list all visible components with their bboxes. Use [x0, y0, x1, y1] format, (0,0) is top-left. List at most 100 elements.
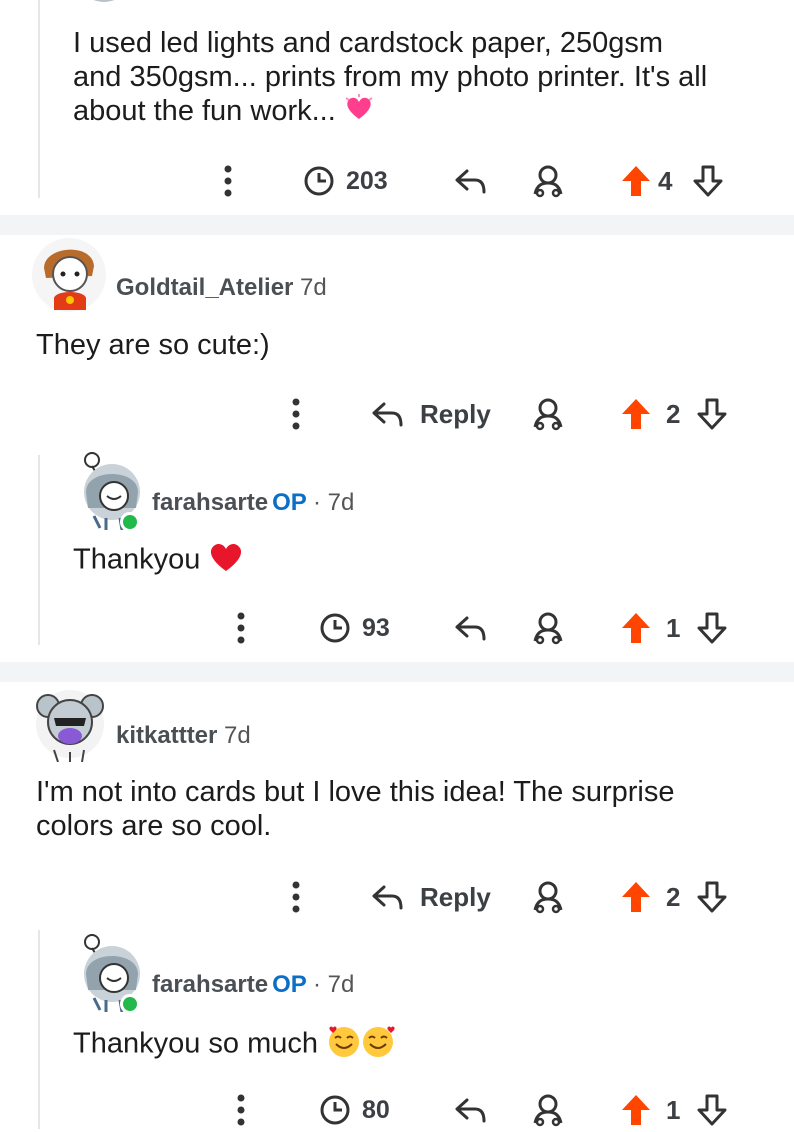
upvote-button[interactable] — [620, 392, 652, 436]
avatar[interactable] — [76, 452, 142, 532]
comment-actions: Reply 2 — [0, 875, 794, 919]
comment-text: They are so cute:) — [36, 329, 270, 361]
op-badge: OP — [272, 971, 307, 998]
avatar[interactable] — [76, 934, 142, 1014]
smiling-face-with-hearts-emoji — [326, 1024, 398, 1066]
avatar[interactable] — [34, 684, 106, 763]
award-button[interactable]: 80 — [318, 1088, 390, 1132]
comment-text: Thankyou so much — [73, 1024, 773, 1066]
meta-separator: · — [312, 489, 321, 516]
red-heart-emoji — [208, 541, 244, 581]
share-people-icon — [533, 165, 563, 198]
comment-actions: 203 4 — [0, 159, 794, 203]
upvote-arrow-icon — [622, 399, 650, 429]
comment-age: 7d — [300, 274, 327, 301]
downvote-arrow-icon — [697, 398, 727, 430]
share-button[interactable] — [530, 875, 566, 919]
vote-count: 1 — [666, 612, 681, 643]
share-button[interactable] — [530, 392, 566, 436]
downvote-button[interactable] — [692, 159, 724, 203]
more-button[interactable] — [233, 606, 249, 650]
reply-label: Reply — [420, 398, 491, 429]
comment-line: colors are so cool. — [36, 810, 272, 842]
online-indicator — [120, 512, 140, 532]
downvote-button[interactable] — [696, 392, 728, 436]
downvote-button[interactable] — [696, 875, 728, 919]
reply-button[interactable] — [453, 1088, 487, 1132]
comment-age: 7d — [327, 489, 355, 516]
vote-count: 1 — [666, 1094, 681, 1125]
comment-line: I used led lights and cardstock paper, 2… — [73, 27, 664, 59]
username[interactable]: Goldtail_Atelier — [116, 274, 293, 301]
comment-author[interactable]: farahsarte OP · 7d — [152, 489, 354, 517]
award-count: 80 — [362, 1095, 390, 1124]
comment-age: 7d — [224, 722, 251, 749]
reply-arrow-icon — [372, 885, 403, 910]
avatar[interactable] — [30, 236, 108, 314]
upvote-arrow-icon — [622, 613, 650, 643]
comment-separator — [0, 662, 794, 682]
more-button[interactable] — [288, 875, 304, 919]
more-vertical-icon — [224, 165, 232, 197]
more-button[interactable] — [233, 1088, 249, 1132]
downvote-button[interactable] — [696, 606, 728, 650]
upvote-button[interactable] — [620, 1088, 652, 1132]
reply-label: Reply — [420, 881, 491, 912]
comment-age: 7d — [327, 971, 355, 998]
more-button[interactable] — [288, 392, 304, 436]
reply-arrow-icon — [455, 169, 486, 194]
reply-button[interactable]: Reply — [370, 392, 491, 436]
award-count: 203 — [346, 166, 388, 195]
comment-separator — [0, 215, 794, 235]
comment-author[interactable]: kitkattter 7d — [116, 722, 251, 750]
comment-author[interactable]: farahsarte OP · 7d — [152, 971, 354, 999]
username[interactable]: kitkattter — [116, 722, 217, 749]
share-people-icon — [533, 612, 563, 645]
downvote-arrow-icon — [697, 881, 727, 913]
comment-text: Thankyou — [73, 541, 773, 581]
username[interactable]: farahsarte — [152, 489, 268, 516]
reply-button[interactable]: Reply — [370, 875, 491, 919]
award-button[interactable]: 203 — [302, 159, 388, 203]
award-clock-icon — [320, 613, 350, 643]
upvote-button[interactable] — [620, 875, 652, 919]
upvote-button[interactable] — [620, 606, 652, 650]
more-vertical-icon — [237, 1094, 245, 1126]
comment-actions: Reply 2 — [0, 392, 794, 436]
vote-count: 2 — [666, 398, 681, 429]
share-button[interactable] — [530, 159, 566, 203]
share-people-icon — [533, 1094, 563, 1127]
share-people-icon — [533, 398, 563, 431]
comment-text: I used led lights and cardstock paper, 2… — [73, 26, 773, 130]
username[interactable]: farahsarte — [152, 971, 268, 998]
comment-line: I'm not into cards but I love this idea!… — [36, 776, 675, 808]
share-button[interactable] — [530, 1088, 566, 1132]
comment-line: and 350gsm... prints from my photo print… — [73, 61, 708, 93]
more-button[interactable] — [220, 159, 236, 203]
downvote-button[interactable] — [696, 1088, 728, 1132]
award-button[interactable]: 93 — [318, 606, 390, 650]
upvote-arrow-icon — [622, 166, 650, 196]
reply-arrow-icon — [455, 616, 486, 641]
award-clock-icon — [320, 1095, 350, 1125]
downvote-arrow-icon — [697, 1094, 727, 1126]
vote-count: 4 — [658, 165, 673, 196]
upvote-arrow-icon — [622, 882, 650, 912]
award-clock-icon — [304, 166, 334, 196]
online-indicator — [120, 994, 140, 1014]
share-button[interactable] — [530, 606, 566, 650]
upvote-button[interactable] — [620, 159, 652, 203]
more-vertical-icon — [237, 612, 245, 644]
reply-button[interactable] — [453, 159, 487, 203]
more-vertical-icon — [292, 881, 300, 913]
downvote-arrow-icon — [697, 612, 727, 644]
share-people-icon — [533, 881, 563, 914]
upvote-arrow-icon — [622, 1095, 650, 1125]
comment-actions: 93 1 — [0, 606, 794, 650]
comment-author[interactable]: Goldtail_Atelier 7d — [116, 274, 327, 302]
meta-separator: · — [312, 971, 321, 998]
reply-button[interactable] — [453, 606, 487, 650]
vote-count: 2 — [666, 881, 681, 912]
comment-text: I'm not into cards but I love this idea!… — [36, 775, 776, 843]
reply-arrow-icon — [455, 1098, 486, 1123]
